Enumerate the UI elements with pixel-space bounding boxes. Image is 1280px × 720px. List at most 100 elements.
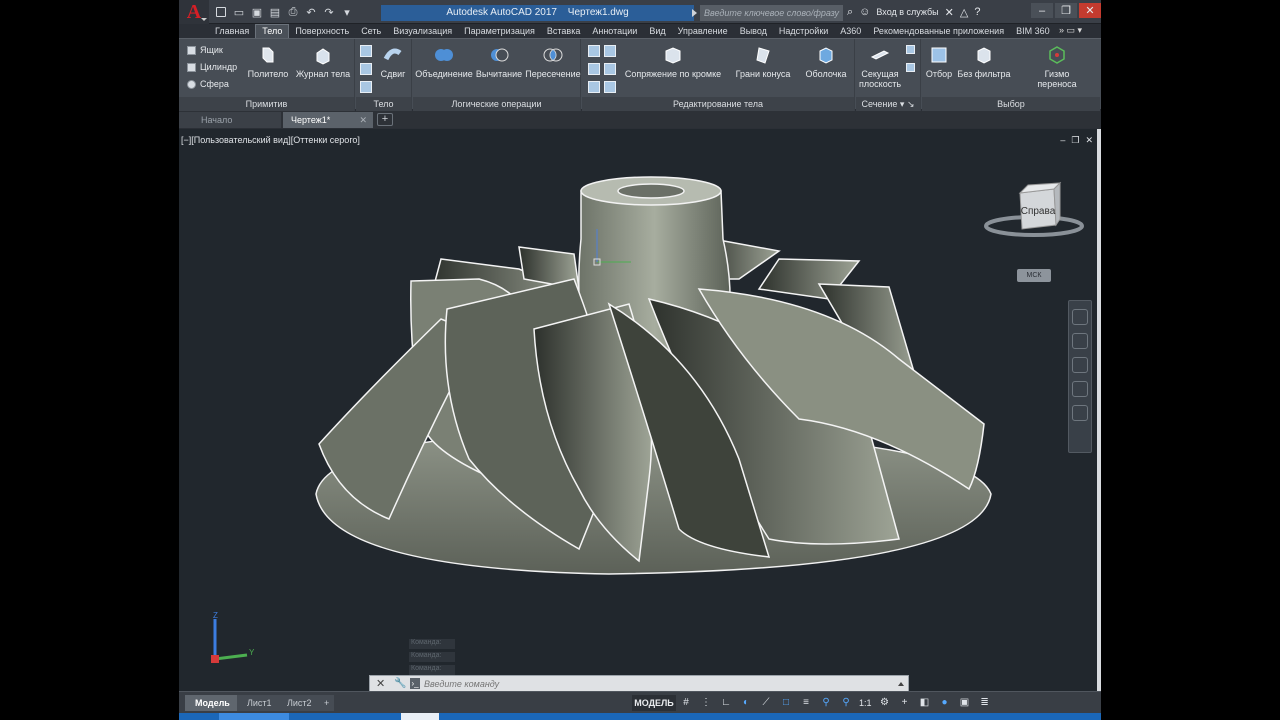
move-gizmo-button[interactable]: Гизмо переноса: [1022, 45, 1092, 89]
orbit-icon[interactable]: [1072, 381, 1088, 397]
autoscale-icon[interactable]: ⚲: [839, 696, 853, 710]
tab-bim360[interactable]: BIM 360: [1010, 24, 1056, 38]
separate-icon[interactable]: [604, 63, 616, 75]
taskbar-item[interactable]: [219, 713, 289, 720]
steering-wheel-icon[interactable]: [1072, 309, 1088, 325]
layout-tab-sheet2[interactable]: Лист2: [277, 695, 322, 711]
ortho-icon[interactable]: ∟: [719, 696, 733, 710]
signin-button[interactable]: Вход в службы: [876, 7, 938, 17]
customization-icon[interactable]: ≣: [978, 696, 992, 710]
offset-edge-icon[interactable]: [588, 63, 600, 75]
customize-icon[interactable]: 🔧: [394, 678, 406, 689]
tab-drawing1[interactable]: Чертеж1* ✕: [283, 112, 373, 128]
annotation-scale[interactable]: 1:1: [859, 698, 872, 708]
polysolid-button[interactable]: Политело: [243, 45, 293, 79]
live-section-icon[interactable]: [906, 63, 915, 72]
revolve-icon[interactable]: [360, 63, 372, 75]
close-tab-icon[interactable]: ✕: [359, 112, 367, 128]
annotation-visibility-icon[interactable]: ⚲: [819, 696, 833, 710]
open-icon[interactable]: ▭: [231, 4, 247, 20]
qat-dropdown-icon[interactable]: ▾: [339, 4, 355, 20]
close-command-icon[interactable]: ✕: [376, 677, 385, 690]
tab-parametric[interactable]: Параметризация: [458, 24, 541, 38]
tab-insert[interactable]: Вставка: [541, 24, 586, 38]
redo-icon[interactable]: ↷: [321, 4, 337, 20]
command-history-arrow-icon[interactable]: [898, 682, 904, 686]
minimize-icon[interactable]: –: [1031, 3, 1053, 18]
extrude-icon[interactable]: [360, 45, 372, 57]
cylinder-button[interactable]: Цилиндр: [187, 62, 237, 72]
extract-edges-icon[interactable]: [588, 45, 600, 57]
restore-icon[interactable]: ❐: [1055, 3, 1077, 18]
new-tab-button[interactable]: +: [377, 113, 393, 126]
tab-addins[interactable]: Надстройки: [773, 24, 834, 38]
workspace-gear-icon[interactable]: ⚙: [878, 696, 892, 710]
intersect-button[interactable]: Пересечение: [525, 45, 581, 79]
tab-featured-apps[interactable]: Рекомендованные приложения: [867, 24, 1010, 38]
command-prompt-icon[interactable]: ›_: [410, 678, 420, 689]
exchange-icon[interactable]: ✕: [945, 6, 954, 19]
wcs-menu[interactable]: МСК: [1017, 269, 1051, 282]
imprint-icon[interactable]: [604, 45, 616, 57]
viewcube[interactable]: Справа: [984, 181, 1084, 251]
loft-icon[interactable]: [360, 81, 372, 93]
polar-icon[interactable]: ◐: [739, 696, 753, 710]
ribbon-more-icon[interactable]: » ▭ ▾: [1059, 25, 1082, 36]
taper-faces-button[interactable]: Грани конуса: [728, 45, 798, 79]
command-input[interactable]: [424, 677, 894, 690]
subtract-button[interactable]: Вычитание: [473, 45, 525, 79]
save-icon[interactable]: ▣: [249, 4, 265, 20]
object-snap-icon[interactable]: □: [779, 696, 793, 710]
model-space-toggle[interactable]: МОДЕЛЬ: [632, 695, 676, 711]
union-button[interactable]: Объединение: [415, 45, 473, 79]
tab-start[interactable]: Начало: [179, 112, 281, 128]
interfere-icon[interactable]: [604, 81, 616, 93]
save-as-icon[interactable]: ▤: [267, 4, 283, 20]
plot-icon[interactable]: ⎙: [285, 4, 301, 20]
sweep-button[interactable]: Сдвиг: [376, 45, 410, 79]
section-plane-button[interactable]: Секущая плоскость: [858, 45, 902, 89]
hardware-accel-icon[interactable]: ●: [938, 696, 952, 710]
grid-icon[interactable]: #: [679, 696, 693, 710]
isolate-icon[interactable]: ◧: [918, 696, 932, 710]
close-icon[interactable]: ✕: [1079, 3, 1101, 18]
plus-icon[interactable]: +: [898, 696, 912, 710]
tab-home[interactable]: Главная: [209, 24, 255, 38]
application-menu-button[interactable]: A: [179, 0, 209, 24]
tab-solid[interactable]: Тело: [255, 24, 290, 38]
section-tool-icon[interactable]: [906, 45, 915, 54]
new-icon[interactable]: [213, 4, 229, 20]
culling-button[interactable]: Отбор: [924, 45, 954, 79]
drawing-viewport[interactable]: [−][Пользовательский вид][Оттенки серого…: [179, 129, 1101, 692]
solid-history-button[interactable]: Журнал тела: [293, 45, 353, 79]
tab-annotate[interactable]: Аннотации: [586, 24, 643, 38]
tab-manage[interactable]: Управление: [672, 24, 734, 38]
zoom-extents-icon[interactable]: [1072, 357, 1088, 373]
showmotion-icon[interactable]: [1072, 405, 1088, 421]
undo-icon[interactable]: ↶: [303, 4, 319, 20]
no-filter-button[interactable]: Без фильтра: [956, 45, 1012, 79]
help-icon[interactable]: ?: [974, 6, 980, 18]
lineweight-icon[interactable]: ≡: [799, 696, 813, 710]
search-icon[interactable]: ⌕: [847, 6, 853, 19]
box-button[interactable]: Ящик: [187, 45, 223, 55]
tab-mesh[interactable]: Сеть: [355, 24, 387, 38]
pan-icon[interactable]: [1072, 333, 1088, 349]
layout-tab-model[interactable]: Модель: [185, 695, 240, 711]
tab-surface[interactable]: Поверхность: [289, 24, 355, 38]
search-input[interactable]: Введите ключевое слово/фразу: [692, 5, 843, 21]
snap-icon[interactable]: ⋮: [699, 696, 713, 710]
isodraft-icon[interactable]: ⟋: [759, 696, 773, 710]
tab-view[interactable]: Вид: [643, 24, 671, 38]
sphere-button[interactable]: Сфера: [187, 79, 229, 89]
tab-a360[interactable]: A360: [834, 24, 867, 38]
clean-screen-icon[interactable]: ▣: [958, 696, 972, 710]
extrude-faces-icon[interactable]: [588, 81, 600, 93]
tab-output[interactable]: Вывод: [734, 24, 773, 38]
add-layout-button[interactable]: +: [319, 695, 335, 711]
section-group-label[interactable]: Сечение ▾ ↘: [856, 97, 920, 111]
viewcube-face-label[interactable]: Справа: [1021, 206, 1056, 217]
a360-icon[interactable]: △: [960, 6, 968, 19]
tab-visualize[interactable]: Визуализация: [387, 24, 458, 38]
fillet-edge-button[interactable]: Сопряжение по кромке: [622, 45, 724, 79]
